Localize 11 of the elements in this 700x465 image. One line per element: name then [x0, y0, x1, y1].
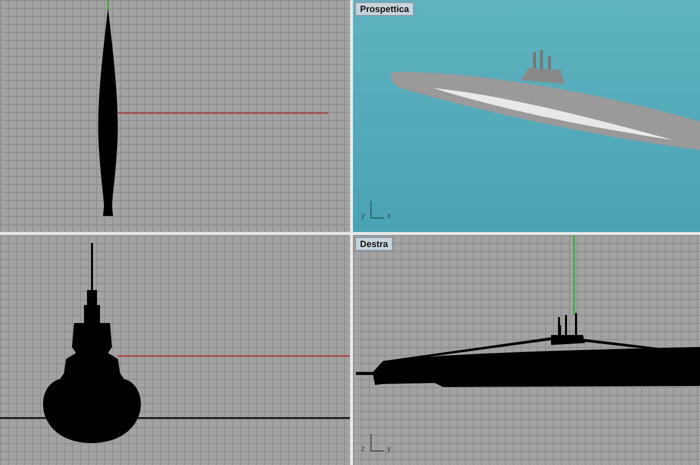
viewport-title[interactable]: Destra	[355, 237, 394, 251]
viewport-title[interactable]: Prospettica	[355, 2, 414, 16]
viewport[interactable]: Prospettica y x	[353, 0, 700, 232]
viewport[interactable]	[0, 0, 350, 232]
viewport[interactable]: Destra z y	[353, 235, 700, 465]
axis-label: z	[361, 445, 365, 453]
y-axis-line	[107, 0, 109, 10]
axis-label: x	[387, 212, 391, 220]
axis-label: y	[387, 445, 391, 453]
viewport[interactable]	[0, 235, 350, 465]
axis-label: y	[361, 212, 365, 220]
